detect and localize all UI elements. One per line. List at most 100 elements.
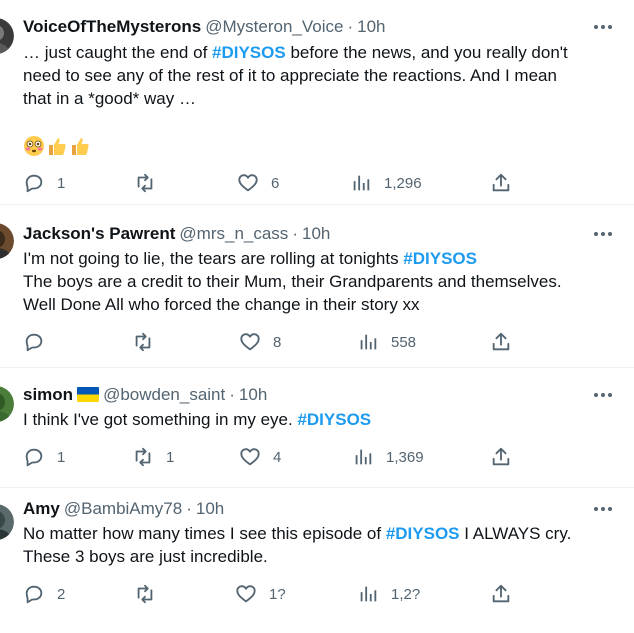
text-line: The boys are a credit to their Mum, thei…	[23, 272, 562, 291]
reply-icon	[25, 333, 43, 352]
share-icon	[492, 173, 510, 192]
more-options-button[interactable]	[592, 499, 614, 519]
share-button[interactable]	[490, 582, 512, 606]
display-name[interactable]: VoiceOfTheMysterons	[23, 17, 201, 36]
timestamp[interactable]: 10h	[302, 224, 330, 243]
more-options-button[interactable]	[592, 224, 614, 244]
share-icon	[492, 447, 510, 466]
analytics-bar-icon	[353, 175, 370, 191]
flushed-face-emoji-icon	[23, 135, 45, 157]
like-count: 1?	[269, 585, 286, 603]
share-button[interactable]	[490, 445, 512, 469]
reply-button[interactable]	[23, 330, 57, 354]
user-handle[interactable]: @BambiAmy78	[64, 499, 182, 518]
hashtag-link[interactable]: #DIYSOS	[403, 249, 477, 268]
hashtag-link[interactable]: #DIYSOS	[212, 43, 286, 62]
tweet-text: No matter how many times I see this epis…	[23, 522, 624, 568]
tweet-text: I think I've got something in my eye. #D…	[23, 408, 624, 431]
user-handle[interactable]: @bowden_saint	[103, 385, 225, 404]
avatar[interactable]	[0, 386, 14, 422]
text-line: Well Done All who forced the change in t…	[23, 295, 420, 314]
user-handle[interactable]: @mrs_n_cass	[179, 224, 288, 243]
avatar[interactable]	[0, 504, 14, 540]
tweet-text: … just caught the end of #DIYSOS before …	[23, 41, 624, 110]
reply-count: 2	[57, 585, 66, 603]
more-options-button[interactable]	[592, 385, 614, 405]
like-button[interactable]: 6	[237, 171, 279, 195]
share-button[interactable]	[490, 330, 512, 354]
tweet-3[interactable]: simon @bowden_saint · 10h I think I've got …	[0, 368, 634, 488]
more-options-button[interactable]	[592, 17, 614, 37]
analytics-bar-icon	[360, 334, 377, 350]
text-segment: I'm not going to lie, the tears are roll…	[23, 249, 404, 268]
tweet-1[interactable]: VoiceOfTheMysterons @Mysteron_Voice · 10h ……	[0, 0, 634, 205]
heart-icon	[238, 174, 258, 192]
share-icon	[492, 332, 510, 351]
like-count: 8	[273, 333, 282, 351]
view-count: 558	[391, 333, 417, 351]
thumbs-up-emoji-icon	[69, 135, 91, 157]
like-button[interactable]: 8	[239, 330, 281, 354]
view-count: 1,296	[384, 174, 422, 192]
tweet-2[interactable]: Jackson's Pawrent @mrs_n_cass · 10h I'm not…	[0, 205, 634, 368]
analytics-bar-icon	[355, 449, 372, 465]
view-count: 1,369	[386, 448, 424, 466]
tweet-actions: 1 1 4 1,369	[0, 445, 634, 469]
reply-count: 1	[57, 174, 66, 192]
like-button[interactable]: 1?	[235, 582, 286, 606]
reply-button[interactable]: 2	[23, 582, 65, 606]
retweet-count: 1	[166, 448, 175, 466]
emoji-row	[23, 135, 91, 157]
retweet-icon	[137, 584, 153, 604]
timestamp[interactable]: 10h	[239, 385, 267, 404]
views-button[interactable]: 1,296	[350, 171, 422, 195]
hashtag-link[interactable]: #DIYSOS	[386, 524, 460, 543]
retweet-icon	[137, 173, 153, 193]
retweet-button[interactable]	[134, 171, 168, 195]
reply-icon	[25, 448, 43, 467]
timestamp[interactable]: 10h	[196, 499, 224, 518]
views-button[interactable]: 1,2?	[357, 582, 420, 606]
timestamp[interactable]: 10h	[357, 17, 385, 36]
tweet-4[interactable]: Amy @BambiAmy78 · 10h No matter how many ti…	[0, 488, 634, 633]
avatar[interactable]	[0, 223, 14, 259]
more-horizontal-icon	[594, 25, 612, 29]
text-line: These 3 boys are just incredible.	[23, 547, 268, 566]
like-button[interactable]: 4	[239, 445, 281, 469]
retweet-button[interactable]	[132, 330, 166, 354]
heart-icon	[236, 585, 256, 603]
share-icon	[492, 584, 510, 603]
separator-dot: ·	[292, 224, 298, 243]
display-name[interactable]: Amy	[23, 499, 60, 518]
views-button[interactable]: 558	[357, 330, 416, 354]
tweet-actions: 1 6 1,296	[0, 171, 634, 195]
text-line: that in a *good* way …	[23, 89, 196, 108]
separator-dot: ·	[347, 17, 354, 36]
text-segment: … just caught the end of	[23, 43, 213, 62]
user-handle[interactable]: @Mysteron_Voice	[205, 17, 343, 36]
views-button[interactable]: 1,369	[352, 445, 424, 469]
hashtag-link[interactable]: #DIYSOS	[297, 410, 371, 429]
text-segment: No matter how many times I see this epis…	[23, 524, 386, 543]
tweet-header: Amy @BambiAmy78 · 10h	[23, 499, 634, 519]
tweet-header: VoiceOfTheMysterons @Mysteron_Voice · 10h	[23, 17, 634, 37]
separator-dot: ·	[186, 499, 192, 518]
retweet-icon	[135, 332, 151, 352]
retweet-button[interactable]: 1	[132, 445, 174, 469]
retweet-button[interactable]	[134, 582, 168, 606]
heart-icon	[240, 448, 260, 466]
text-line: need to see any of the rest of it to app…	[23, 66, 557, 85]
ukraine-flag-icon	[77, 387, 100, 402]
more-horizontal-icon	[594, 507, 612, 511]
thumbs-up-emoji-icon	[46, 135, 68, 157]
more-horizontal-icon	[594, 232, 612, 236]
more-horizontal-icon	[594, 393, 612, 397]
display-name[interactable]: Jackson's Pawrent	[23, 224, 175, 243]
text-segment: I think I've got something in my eye.	[23, 410, 298, 429]
avatar[interactable]	[0, 18, 14, 54]
display-name[interactable]: simon	[23, 385, 73, 404]
reply-button[interactable]: 1	[23, 171, 65, 195]
reply-button[interactable]: 1	[23, 445, 65, 469]
text-segment: I ALWAYS cry.	[459, 524, 572, 543]
share-button[interactable]	[490, 171, 512, 195]
